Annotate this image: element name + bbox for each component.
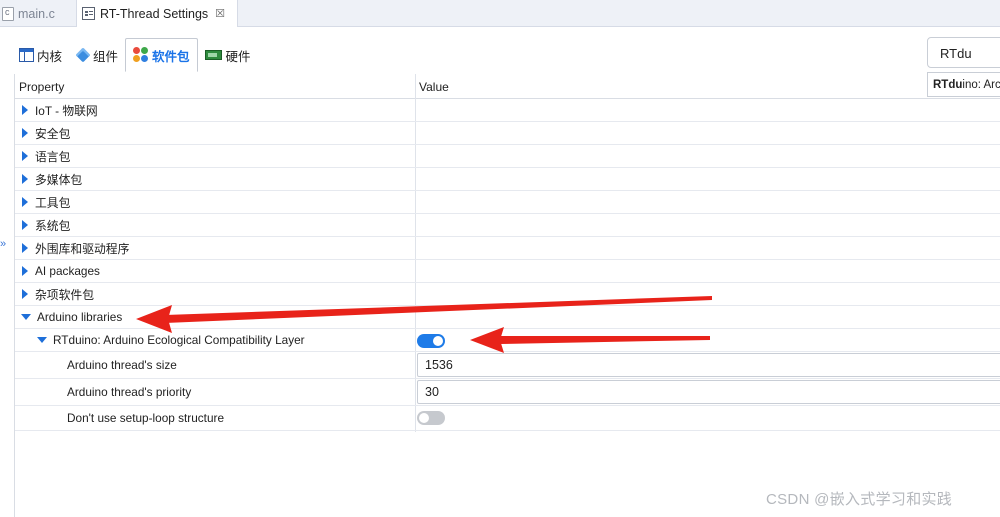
category-row-system[interactable]: 系统包 bbox=[15, 214, 1000, 237]
rtduino-enable-toggle[interactable] bbox=[417, 334, 445, 348]
settings-file-icon bbox=[82, 7, 95, 20]
row-label: Don't use setup-loop structure bbox=[67, 411, 225, 425]
tab-label: 软件包 bbox=[152, 49, 190, 64]
expand-arrow-icon[interactable] bbox=[22, 266, 28, 276]
expand-arrow-icon[interactable] bbox=[22, 151, 28, 161]
editor-tab-label: main.c bbox=[18, 6, 55, 21]
category-row-iot[interactable]: IoT - 物联网 bbox=[15, 99, 1000, 122]
row-label: 安全包 bbox=[35, 126, 71, 141]
category-row-misc[interactable]: 杂项软件包 bbox=[15, 283, 1000, 306]
grid-header: Property Value bbox=[15, 74, 1000, 99]
row-label: 多媒体包 bbox=[35, 172, 83, 187]
setup-loop-toggle[interactable] bbox=[417, 411, 445, 425]
category-row-ai[interactable]: AI packages bbox=[15, 260, 1000, 283]
expand-arrow-icon[interactable] bbox=[22, 289, 28, 299]
expand-arrow-icon[interactable] bbox=[22, 174, 28, 184]
toggle-knob bbox=[419, 413, 429, 423]
header-property: Property bbox=[19, 80, 65, 94]
package-icon bbox=[133, 47, 149, 63]
watermark: CSDN @嵌入式学习和实践 bbox=[766, 491, 953, 508]
row-label: IoT - 物联网 bbox=[35, 103, 98, 118]
category-row-language[interactable]: 语言包 bbox=[15, 145, 1000, 168]
row-label: Arduino libraries bbox=[37, 310, 123, 324]
category-row-tools[interactable]: 工具包 bbox=[15, 191, 1000, 214]
expand-side-panel-icon[interactable]: » bbox=[0, 238, 6, 250]
thread-priority-field[interactable]: 30 bbox=[417, 380, 1000, 404]
tab-label: 组件 bbox=[93, 49, 119, 64]
row-label: Arduino thread's priority bbox=[67, 385, 192, 399]
category-row-multimedia[interactable]: 多媒体包 bbox=[15, 168, 1000, 191]
collapse-arrow-icon[interactable] bbox=[21, 314, 31, 320]
search-input[interactable]: RTdu bbox=[927, 37, 1000, 68]
editor-tab-main-c[interactable]: main.c bbox=[0, 0, 74, 27]
row-rtduino[interactable]: RTduino: Arduino Ecological Compatibilit… bbox=[15, 329, 1000, 352]
toggle-knob bbox=[433, 336, 443, 346]
c-file-icon bbox=[2, 6, 14, 21]
row-label: 语言包 bbox=[35, 149, 71, 164]
expand-arrow-icon[interactable] bbox=[22, 128, 28, 138]
row-label: RTduino: Arduino Ecological Compatibilit… bbox=[53, 333, 305, 347]
category-row-security[interactable]: 安全包 bbox=[15, 122, 1000, 145]
hardware-icon bbox=[204, 50, 222, 60]
tab-components[interactable]: 组件 bbox=[69, 38, 125, 72]
row-thread-priority: Arduino thread's priority 30 bbox=[15, 379, 1000, 406]
expand-arrow-icon[interactable] bbox=[22, 220, 28, 230]
row-label: 杂项软件包 bbox=[35, 287, 94, 302]
tab-label: 内核 bbox=[37, 49, 63, 64]
category-row-arduino-libraries[interactable]: Arduino libraries bbox=[15, 306, 1000, 329]
tab-hardware[interactable]: 硬件 bbox=[198, 38, 258, 72]
row-label: AI packages bbox=[35, 264, 100, 278]
row-label: 工具包 bbox=[35, 195, 71, 210]
expand-arrow-icon[interactable] bbox=[22, 243, 28, 253]
thread-size-field[interactable]: 1536 bbox=[417, 353, 1000, 377]
editor-tab-label: RT-Thread Settings bbox=[100, 6, 209, 21]
tab-kernel[interactable]: 内核 bbox=[12, 38, 69, 72]
tab-label: 硬件 bbox=[225, 49, 251, 64]
kernel-icon bbox=[19, 48, 34, 62]
row-label: 系统包 bbox=[35, 218, 71, 233]
close-tab-icon[interactable]: ☒ bbox=[215, 7, 225, 20]
tab-packages[interactable]: 软件包 bbox=[125, 38, 198, 72]
component-icon bbox=[75, 47, 91, 63]
property-grid: Property Value IoT - 物联网 安全包 语言包 多媒体包 工具… bbox=[14, 74, 1000, 517]
row-thread-size: Arduino thread's size 1536 bbox=[15, 352, 1000, 379]
row-no-setup-loop: Don't use setup-loop structure bbox=[15, 406, 1000, 431]
row-label: Arduino thread's size bbox=[67, 358, 177, 372]
category-tabs: 内核 组件 软件包 硬件 bbox=[12, 38, 258, 72]
collapse-arrow-icon[interactable] bbox=[37, 337, 47, 343]
header-value: Value bbox=[419, 80, 449, 94]
category-row-peripherals[interactable]: 外围库和驱动程序 bbox=[15, 237, 1000, 260]
expand-arrow-icon[interactable] bbox=[22, 197, 28, 207]
expand-arrow-icon[interactable] bbox=[22, 105, 28, 115]
editor-tab-rt-thread-settings[interactable]: RT-Thread Settings ☒ bbox=[76, 0, 238, 27]
editor-tab-strip: main.c RT-Thread Settings ☒ bbox=[0, 0, 1000, 27]
row-label: 外围库和驱动程序 bbox=[35, 241, 130, 256]
